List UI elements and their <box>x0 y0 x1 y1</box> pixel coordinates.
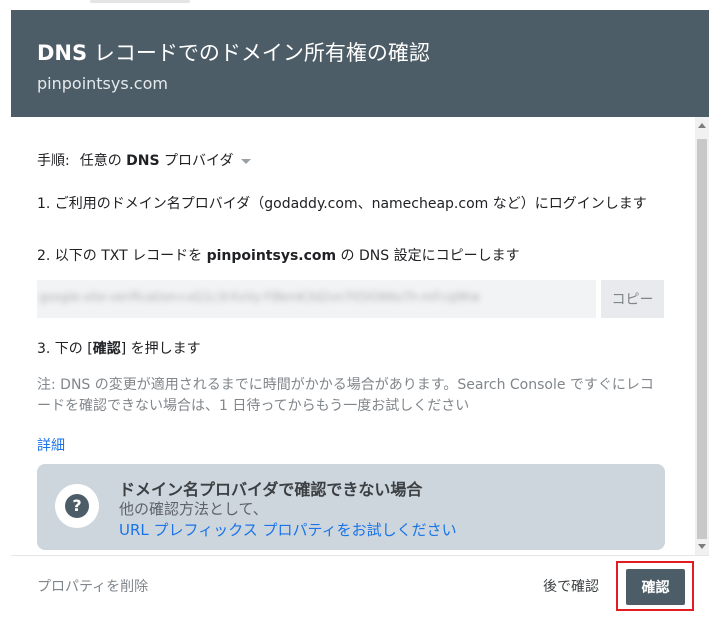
url-prefix-link[interactable]: URL プレフィックス プロパティをお試しください <box>119 519 457 540</box>
method-label: 手順: <box>37 153 70 169</box>
step-1: 1. ご利用のドメイン名プロバイダ（godaddy.com、namecheap.… <box>37 196 647 212</box>
step2-post: の DNS 設定にコピーします <box>336 248 520 264</box>
dns-note: 注: DNS の変更が適用されるまでに時間がかかる場合があります。Search … <box>37 377 654 414</box>
dropdown-arrow-icon[interactable] <box>241 158 252 164</box>
step-2: 2. 以下の TXT レコードを pinpointsys.com の DNS 設… <box>37 246 520 266</box>
provider-bold: DNS <box>126 153 160 169</box>
provider-post: プロバイダ <box>159 153 234 169</box>
question-icon: ? <box>65 494 89 518</box>
help-heading: ドメイン名プロバイダで確認できない場合 <box>119 480 423 499</box>
domain-name: pinpointsys.com <box>37 74 168 93</box>
verify-button[interactable]: 確認 <box>626 569 685 605</box>
txt-record-value[interactable]: google-site-verification=xG1c3rXvVy-F8bm… <box>39 290 480 304</box>
title-bold: DNS <box>37 41 88 65</box>
verify-later-button[interactable]: 後で確認 <box>543 576 599 596</box>
help-icon-circle: ? <box>55 484 99 528</box>
txt-record-field[interactable]: google-site-verification=xG1c3rXvVy-F8bm… <box>37 280 596 318</box>
dialog-content[interactable]: 手順: 任意の DNS プロバイダ 1. ご利用のドメイン名プロバイダ（godad… <box>11 117 709 555</box>
scroll-up-icon[interactable] <box>698 123 706 128</box>
title-rest: レコードでのドメイン所有権の確認 <box>87 41 430 65</box>
help-box: ? ドメイン名プロバイダで確認できない場合 他の確認方法として、 URL プレフ… <box>37 464 665 550</box>
delete-property-button[interactable]: プロパティを削除 <box>37 576 148 596</box>
step-3: 3. 下の [確認] を押します <box>37 339 201 359</box>
scrollbar-thumb[interactable] <box>697 139 707 539</box>
scroll-down-icon[interactable] <box>698 544 706 549</box>
scrollbar[interactable] <box>695 117 709 555</box>
dialog-footer: プロパティを削除 後で確認 確認 <box>11 555 709 626</box>
step3-post: ] を押します <box>120 341 201 357</box>
step2-pre: 2. 以下の TXT レコードを <box>37 248 207 264</box>
provider-pre: 任意の <box>79 153 122 169</box>
dialog-header: DNS レコードでのドメイン所有権の確認 pinpointsys.com <box>11 10 709 117</box>
background-strip <box>0 0 721 10</box>
dialog-title: DNS レコードでのドメイン所有権の確認 <box>37 40 709 66</box>
help-text: 他の確認方法として、 <box>119 500 268 518</box>
provider-select[interactable]: 任意の DNS プロバイダ <box>80 153 252 169</box>
copy-button[interactable]: コピー <box>601 280 664 318</box>
step2-domain: pinpointsys.com <box>206 248 337 264</box>
details-link[interactable]: 詳細 <box>37 435 65 455</box>
method-row: 手順: 任意の DNS プロバイダ <box>37 151 252 171</box>
step3-bold: 確認 <box>92 341 121 357</box>
step3-pre: 3. 下の [ <box>37 341 93 357</box>
background-ghost <box>90 0 190 3</box>
